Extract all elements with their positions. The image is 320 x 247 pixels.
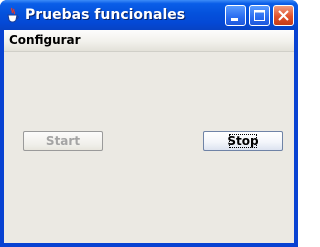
window-title: Pruebas funcionales bbox=[25, 7, 186, 23]
maximize-button[interactable] bbox=[249, 5, 270, 26]
start-button-label: Start bbox=[45, 134, 81, 148]
content-pane: Configurar Start Stop bbox=[4, 30, 294, 243]
stop-button-label: Stop bbox=[227, 134, 259, 148]
java-cup-icon[interactable] bbox=[6, 7, 20, 23]
minimize-icon bbox=[231, 18, 238, 21]
maximize-icon bbox=[254, 10, 265, 21]
close-button[interactable] bbox=[273, 5, 294, 26]
menu-bar: Configurar bbox=[4, 30, 294, 52]
minimize-button[interactable] bbox=[225, 5, 246, 26]
menu-configurar[interactable]: Configurar bbox=[9, 33, 81, 47]
title-bar[interactable]: Pruebas funcionales bbox=[0, 0, 298, 30]
start-button[interactable]: Start bbox=[23, 131, 103, 151]
stop-button[interactable]: Stop bbox=[203, 131, 283, 151]
app-window: Pruebas funcionales Configurar Start Sto… bbox=[0, 0, 298, 247]
close-icon bbox=[278, 10, 289, 21]
